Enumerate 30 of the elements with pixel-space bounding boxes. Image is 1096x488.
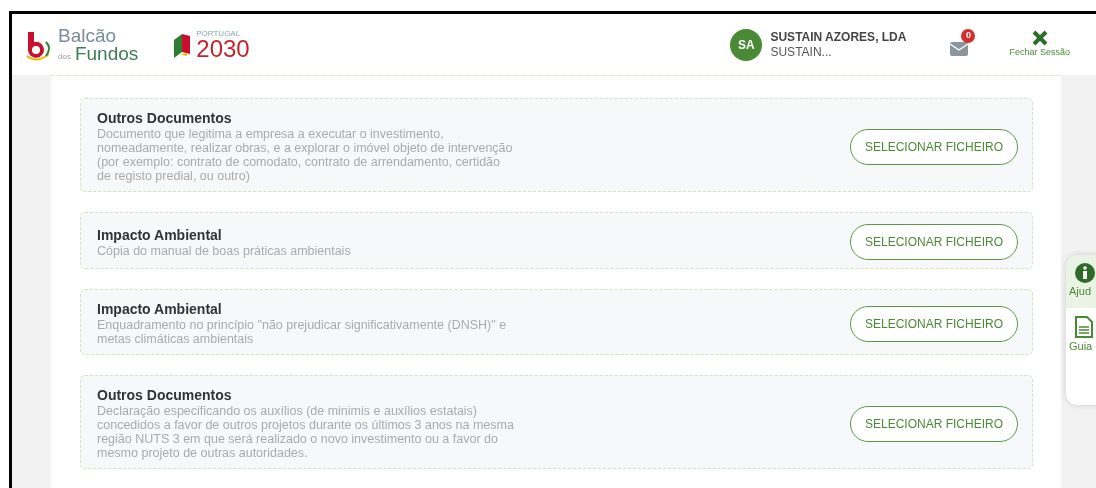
document-title: Impacto Ambiental: [97, 226, 223, 244]
logo-text: 2030: [196, 37, 250, 60]
document-title: Outros Documentos: [97, 387, 233, 404]
user-name: SUSTAIN AZORES, LDA: [770, 29, 907, 45]
info-icon: [1075, 263, 1095, 283]
flag-icon: [172, 31, 193, 58]
select-file-button[interactable]: SELECIONAR FICHEIRO: [849, 405, 1018, 442]
document-title: Impacto Ambiental: [97, 301, 223, 318]
document-description: Cópia do manual de boas práticas ambientais: [97, 243, 351, 258]
user-subtitle: SUSTAIN...: [770, 44, 833, 60]
envelope-icon: [950, 41, 969, 56]
logo-text: Fundos: [74, 43, 139, 63]
help-tab[interactable]: Ajud: [1066, 255, 1096, 308]
document-icon: [1075, 315, 1093, 338]
document-description: Documento que legitima a empresa a executar o investimento, nomeadamente, realizar obras, e a explorar o imóvel objeto de intervenção (por exemplo: contrato de comodato, contrato de arrendamento, certidão de registo predial, ou outro): [97, 127, 513, 183]
avatar[interactable]: SA: [730, 28, 763, 61]
guide-tab[interactable]: Guia: [1066, 307, 1096, 362]
document-description: Enquadramento no princípio "não prejudicar significativamente (DNSH)" e metas climáticas ambientais: [97, 318, 507, 346]
close-icon: [1031, 29, 1048, 46]
messages-button[interactable]: 0: [950, 29, 976, 60]
select-file-button[interactable]: SELECIONAR FICHEIRO: [849, 128, 1018, 165]
message-count: 0: [961, 29, 976, 43]
logout-button[interactable]: Fechar Sessão: [1009, 29, 1070, 60]
logo-text: Balcão: [58, 26, 118, 44]
document-description: Declaração especificando os auxílios (de minimis e auxílios estatais) concedidos a favor de outros projetos durante os últimos 3 anos na mesma região NUTS 3 em que será realizado o novo investimento ou a favor do mesmo projeto de outras autoridades.: [97, 404, 514, 460]
logo-text: PORTUGAL: [196, 29, 242, 38]
document-title: Outros Documentos: [97, 110, 233, 127]
select-file-button[interactable]: SELECIONAR FICHEIRO: [849, 305, 1018, 342]
logo-text: dos: [58, 50, 71, 63]
select-file-button[interactable]: SELECIONAR FICHEIRO: [849, 224, 1018, 260]
